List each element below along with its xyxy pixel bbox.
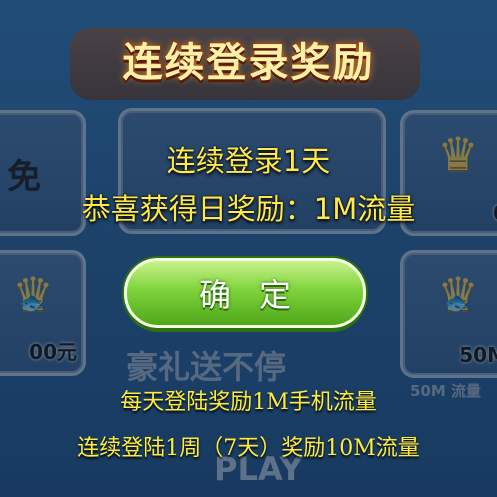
weekly-reward-info: 连续登陆1周（7天）奖励10M流量 [77,436,420,461]
confirm-button-label: 确定 [198,276,319,314]
confirm-button[interactable]: 确定 [124,258,366,328]
dialog-title: 连续登录奖励 [121,39,375,88]
daily-reward-info: 每天登陆奖励1M手机流量 [120,390,377,415]
reward-days-text: 连续登录1天 [166,144,331,178]
game-screen: 免 ♛ 0 ♛ 🐟 00元 ♛ 🐟 50M 豪礼送不停 50M 流量 PLAY … [0,0,497,497]
reward-message-text: 恭喜获得日奖励：1M流量 [81,192,416,226]
